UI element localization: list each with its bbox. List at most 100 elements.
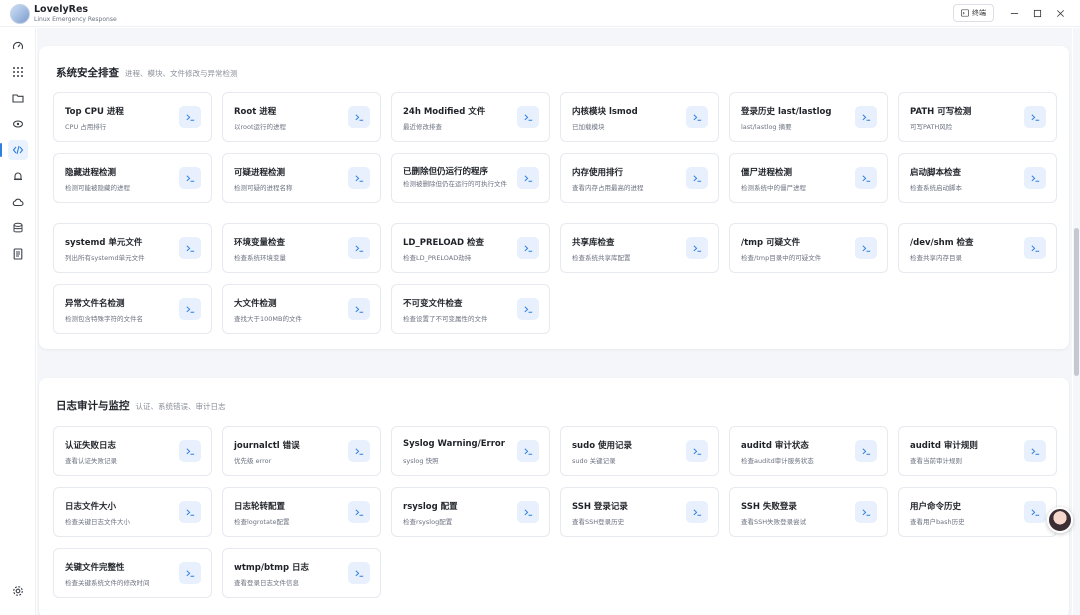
check-card[interactable]: 启动脚本检查 检查系统启动脚本 [898,153,1057,203]
nav-files[interactable] [8,88,28,108]
check-card[interactable]: 大文件检测 查找大于100MB的文件 [222,284,381,334]
run-command-button[interactable] [348,298,370,320]
run-command-button[interactable] [517,106,539,128]
scrollbar[interactable] [1073,28,1080,615]
run-command-button[interactable] [686,237,708,259]
card-description: 最近修改排查 [403,123,442,131]
run-command-button[interactable] [179,501,201,523]
check-card[interactable]: systemd 单元文件 列出所有systemd单元文件 [53,223,212,273]
check-card[interactable]: 已删除但仍运行的程序 检测被删除但仍在运行的可执行文件 [391,153,550,203]
check-card[interactable]: auditd 审计状态 检查auditd审计服务状态 [729,426,888,476]
run-command-button[interactable] [348,167,370,189]
terminal-run-icon [185,569,194,577]
close-button[interactable] [1053,6,1067,20]
check-card[interactable]: 异常文件名检测 检测包含特殊字符的文件名 [53,284,212,334]
nav-cloud[interactable] [8,192,28,212]
nav-apps[interactable] [8,62,28,82]
check-card[interactable]: 共享库检查 检查系统共享库配置 [560,223,719,273]
run-command-button[interactable] [179,167,201,189]
check-card[interactable]: auditd 审计规则 查看当前审计规则 [898,426,1057,476]
run-command-button[interactable] [686,106,708,128]
run-command-button[interactable] [348,501,370,523]
assistant-avatar[interactable] [1047,507,1073,533]
run-command-button[interactable] [348,237,370,259]
run-command-button[interactable] [855,106,877,128]
run-command-button[interactable] [855,440,877,462]
nav-network[interactable] [8,114,28,134]
check-card[interactable]: rsyslog 配置 检查rsyslog配置 [391,487,550,537]
run-command-button[interactable] [517,440,539,462]
check-card[interactable]: /dev/shm 检查 检查共享内存目录 [898,223,1057,273]
check-card[interactable]: 环境变量检查 检查系统环境变量 [222,223,381,273]
card-title: 内核模块 lsmod [572,107,638,117]
check-card[interactable]: /tmp 可疑文件 检查/tmp目录中的可疑文件 [729,223,888,273]
check-card[interactable]: 24h Modified 文件 最近修改排查 [391,92,550,142]
run-command-button[interactable] [1024,501,1046,523]
check-card[interactable]: 认证失败日志 查看认证失败记录 [53,426,212,476]
run-command-button[interactable] [517,237,539,259]
check-card[interactable]: sudo 使用记录 sudo 关键记录 [560,426,719,476]
check-card[interactable]: Root 进程 以root运行的进程 [222,92,381,142]
check-card[interactable]: 日志轮转配置 检查logrotate配置 [222,487,381,537]
run-command-button[interactable] [855,237,877,259]
check-card[interactable]: 登录历史 last/lastlog last/lastlog 摘要 [729,92,888,142]
terminal-button[interactable]: 终端 [953,4,994,22]
run-command-button[interactable] [517,167,539,189]
run-command-button[interactable] [686,167,708,189]
check-card[interactable]: LD_PRELOAD 检查 检查LD_PRELOAD劫持 [391,223,550,273]
card-description: 查看登录日志文件信息 [234,579,299,587]
run-command-button[interactable] [179,562,201,584]
run-command-button[interactable] [517,501,539,523]
maximize-button[interactable] [1030,6,1044,20]
card-description: 检查系统启动脚本 [910,184,962,192]
run-command-button[interactable] [686,440,708,462]
run-command-button[interactable] [179,237,201,259]
check-card[interactable]: 可疑进程检测 检测可疑的进程名称 [222,153,381,203]
card-title: 24h Modified 文件 [403,107,486,117]
check-card[interactable]: 不可变文件检查 检查设置了不可变属性的文件 [391,284,550,334]
check-card[interactable]: Top CPU 进程 CPU 占用排行 [53,92,212,142]
run-command-button[interactable] [179,440,201,462]
minimize-button[interactable] [1007,6,1021,20]
check-card[interactable]: 内核模块 lsmod 已加载模块 [560,92,719,142]
nav-settings[interactable] [8,581,28,601]
card-description: 检查logrotate配置 [234,518,290,526]
check-card[interactable]: 关键文件完整性 检查关键系统文件的修改时间 [53,548,212,598]
run-command-button[interactable] [1024,106,1046,128]
nav-database[interactable] [8,218,28,238]
run-command-button[interactable] [1024,167,1046,189]
check-card[interactable]: 内存使用排行 查看内存占用最高的进程 [560,153,719,203]
terminal-run-icon [861,508,870,516]
nav-documents[interactable] [8,244,28,264]
run-command-button[interactable] [1024,237,1046,259]
run-command-button[interactable] [517,298,539,320]
check-card[interactable]: journalctl 错误 优先级 error [222,426,381,476]
run-command-button[interactable] [348,440,370,462]
settings-icon [13,586,23,596]
check-card[interactable]: SSH 失败登录 查看SSH失败登录尝试 [729,487,888,537]
check-card[interactable]: 日志文件大小 检查关键日志文件大小 [53,487,212,537]
run-command-button[interactable] [348,106,370,128]
check-card[interactable]: SSH 登录记录 查看SSH登录历史 [560,487,719,537]
scrollbar-thumb[interactable] [1074,228,1079,376]
run-command-button[interactable] [179,106,201,128]
check-card[interactable]: 僵尸进程检测 检测系统中的僵尸进程 [729,153,888,203]
run-command-button[interactable] [855,501,877,523]
card-title: 不可变文件检查 [403,299,463,309]
card-description: 已加载模块 [572,123,605,131]
check-card[interactable]: wtmp/btmp 日志 查看登录日志文件信息 [222,548,381,598]
run-command-button[interactable] [179,298,201,320]
run-command-button[interactable] [1024,440,1046,462]
terminal-run-icon [354,113,363,121]
terminal-run-icon [354,508,363,516]
check-card[interactable]: Syslog Warning/Error syslog 快照 [391,426,550,476]
run-command-button[interactable] [686,501,708,523]
check-card[interactable]: PATH 可写检测 可写PATH风险 [898,92,1057,142]
check-card[interactable]: 用户命令历史 查看用户bash历史 [898,487,1057,537]
run-command-button[interactable] [348,562,370,584]
nav-dashboard[interactable] [8,36,28,56]
run-command-button[interactable] [855,167,877,189]
nav-code[interactable] [0,140,28,160]
nav-alerts[interactable] [8,166,28,186]
check-card[interactable]: 隐藏进程检测 检测可能被隐藏的进程 [53,153,212,203]
